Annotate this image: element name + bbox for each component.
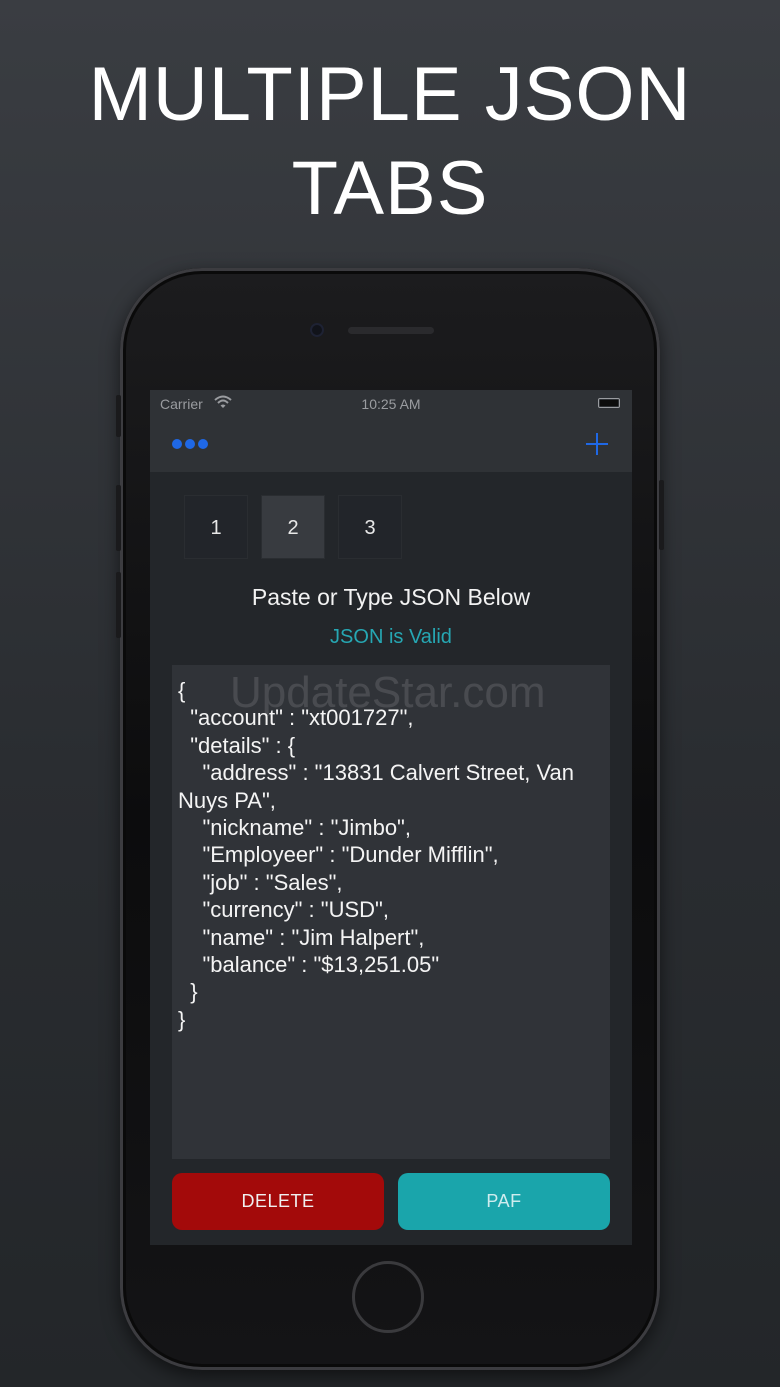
headline-line-2: TABS: [291, 146, 489, 231]
volume-up-button: [116, 485, 121, 551]
front-camera: [310, 323, 324, 337]
battery-icon: [598, 398, 620, 408]
validation-status: JSON is Valid: [330, 626, 452, 648]
earpiece-speaker: [348, 327, 434, 334]
app-screen: Carrier 10:25 AM 1 2 3 Paste or Type JSO…: [150, 390, 632, 1245]
mute-switch: [116, 395, 121, 437]
tab-3[interactable]: 3: [338, 495, 402, 559]
delete-button[interactable]: DELETE: [172, 1173, 384, 1230]
tab-1[interactable]: 1: [184, 495, 248, 559]
headline-line-1: MULTIPLE JSON: [88, 52, 692, 137]
volume-down-button: [116, 572, 121, 638]
navigation-bar: [150, 418, 632, 472]
status-time: 10:25 AM: [361, 396, 421, 412]
json-editor[interactable]: { "account" : "xt001727", "details" : { …: [172, 665, 610, 1159]
status-bar: Carrier 10:25 AM: [150, 390, 632, 418]
ellipsis-icon[interactable]: [172, 433, 214, 455]
plus-icon[interactable]: [584, 431, 610, 457]
tab-2[interactable]: 2: [261, 495, 325, 559]
headline: MULTIPLE JSON TABS: [0, 48, 780, 236]
power-button: [659, 480, 664, 550]
input-prompt: Paste or Type JSON Below: [251, 584, 531, 610]
home-button[interactable]: [352, 1261, 424, 1333]
parse-button[interactable]: PAF: [398, 1173, 610, 1230]
